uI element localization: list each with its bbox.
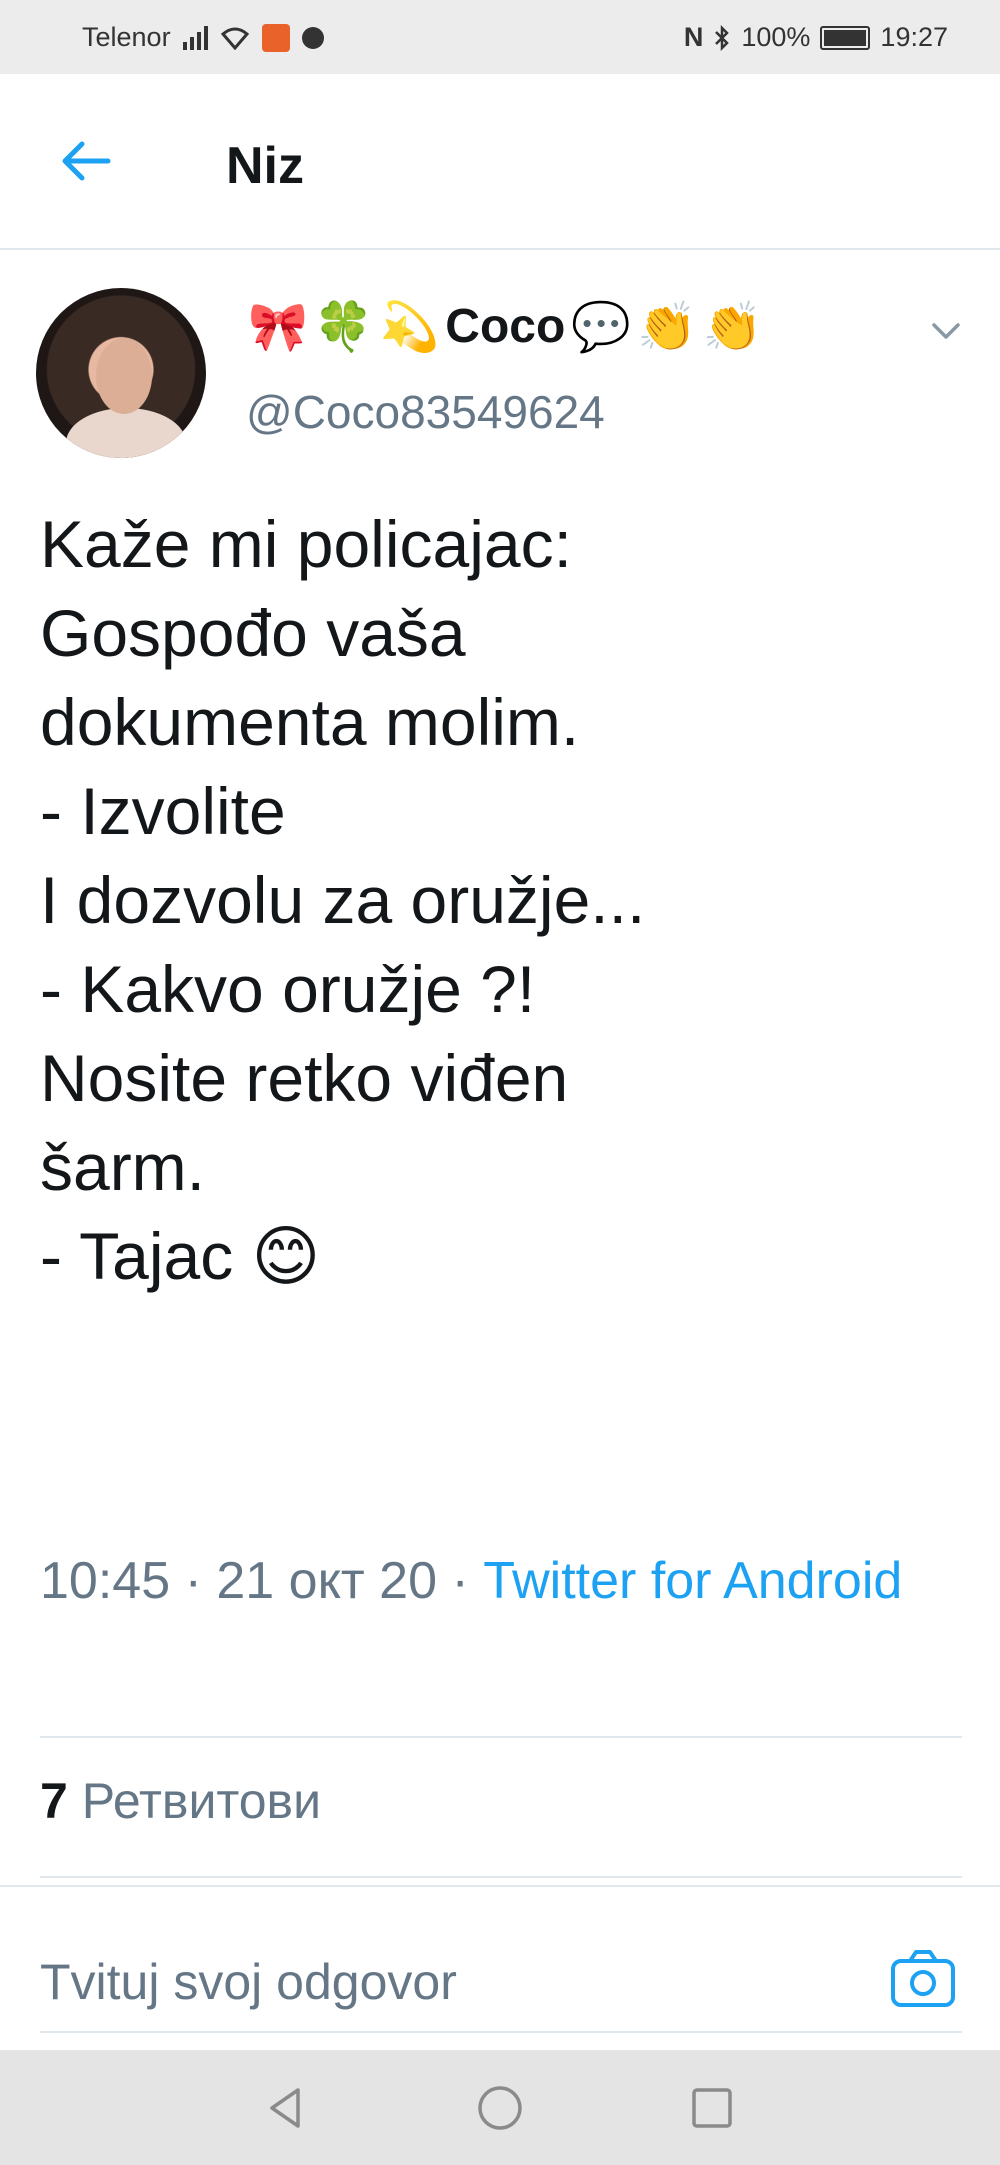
meta-separator: · bbox=[170, 1552, 217, 1610]
home-circle-icon[interactable] bbox=[472, 2080, 528, 2136]
reply-input[interactable]: Tvituj svoj odgovor bbox=[40, 1953, 457, 2011]
retweet-label: Ретвитови bbox=[81, 1773, 322, 1829]
smiling-face-emoji: 😊 bbox=[251, 1218, 321, 1295]
tweet-meta: 10:45 · 21 окт 20 · Twitter for Android bbox=[40, 1540, 960, 1622]
speech-bubble-emoji: 💬 bbox=[571, 299, 632, 355]
bluetooth-icon bbox=[715, 24, 730, 51]
system-nav-bar bbox=[0, 2050, 1000, 2165]
tweet-line: Kaže mi policajac: bbox=[40, 507, 572, 581]
retweet-count[interactable]: 7 Ретвитови bbox=[40, 1772, 321, 1830]
tweet-last-line: - Tajac 😊 bbox=[40, 1212, 960, 1301]
page-title: Niz bbox=[226, 137, 304, 195]
chevron-down-icon[interactable] bbox=[928, 316, 964, 346]
clock: 19:27 bbox=[880, 22, 948, 52]
arrow-left-icon[interactable] bbox=[56, 136, 116, 186]
clap-emoji: 👏 bbox=[637, 299, 697, 355]
tweet-line: šarm. bbox=[40, 1130, 205, 1204]
avatar-shoulder bbox=[66, 408, 186, 458]
carrier-label: Telenor bbox=[82, 22, 171, 52]
divider bbox=[40, 1876, 962, 1878]
reply-underline bbox=[40, 2031, 962, 2033]
tweet-line: dokumenta molim. bbox=[40, 685, 580, 759]
notification-icon bbox=[261, 23, 290, 52]
tweet-line: - Izvolite bbox=[40, 774, 286, 848]
user-handle[interactable]: @Coco83549624 bbox=[246, 385, 605, 439]
clover-emoji: 🍀 bbox=[313, 299, 374, 355]
tweet-line: Gospođo vaša bbox=[40, 596, 466, 670]
tweet-source-link[interactable]: Twitter for Android bbox=[483, 1552, 902, 1610]
battery-percent: 100% bbox=[741, 22, 811, 52]
nfc-icon: N bbox=[683, 22, 704, 52]
ribbon-emoji: 🎀 bbox=[248, 299, 308, 355]
top-header: Niz bbox=[0, 74, 1000, 250]
tweet-line: I dozvolu za oružje... bbox=[40, 863, 646, 937]
camera-icon[interactable] bbox=[888, 1945, 958, 2011]
back-triangle-icon[interactable] bbox=[258, 2080, 314, 2136]
tweet-line: - Kakvo oružje ?! bbox=[40, 952, 536, 1026]
tweet-text: Kaže mi policajac: Gospođo vaša dokument… bbox=[40, 500, 960, 1301]
tweet-line: - Tajac bbox=[40, 1219, 234, 1293]
wifi-icon bbox=[220, 27, 249, 50]
tweet-time: 10:45 bbox=[40, 1552, 171, 1610]
status-bar-left: Telenor bbox=[82, 22, 324, 53]
avatar[interactable] bbox=[36, 288, 206, 458]
avatar-face bbox=[96, 338, 152, 414]
divider bbox=[40, 1736, 962, 1738]
battery-icon bbox=[820, 25, 871, 50]
facebook-icon bbox=[301, 26, 324, 49]
meta-separator: · bbox=[437, 1552, 484, 1610]
tweet-date: 21 окт 20 bbox=[216, 1552, 438, 1610]
status-bar: Telenor N 100% 19:27 bbox=[0, 0, 1000, 74]
reply-bar: Tvituj svoj odgovor bbox=[0, 1885, 1000, 2045]
tweet-line: Nosite retko viđen bbox=[40, 1041, 569, 1115]
retweet-number: 7 bbox=[40, 1773, 68, 1829]
signal-icon bbox=[182, 25, 208, 50]
display-name[interactable]: 🎀 🍀 💫 Coco 💬 👏 👏 bbox=[248, 298, 763, 355]
status-bar-right: N 100% 19:27 bbox=[684, 22, 948, 53]
recents-square-icon[interactable] bbox=[684, 2080, 740, 2136]
display-name-text: Coco bbox=[445, 300, 566, 353]
dizzy-star-emoji: 💫 bbox=[379, 299, 440, 355]
clap-emoji: 👏 bbox=[702, 299, 763, 355]
